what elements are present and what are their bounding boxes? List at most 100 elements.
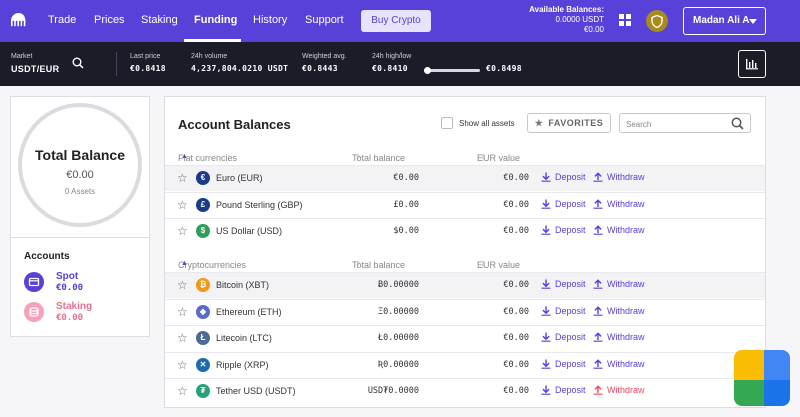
total-balance-cell: USD₮0.0000 bbox=[367, 386, 419, 396]
deposit-button[interactable]: Deposit bbox=[541, 332, 586, 342]
last-price: Last price €0.8418 bbox=[130, 52, 166, 76]
high-low-label: 24h high/low bbox=[372, 53, 412, 60]
favorite-star-icon[interactable]: ☆ bbox=[177, 332, 188, 344]
app-badge-icon[interactable] bbox=[734, 350, 790, 406]
withdraw-button[interactable]: Withdraw bbox=[593, 385, 645, 395]
currency-icon: ₮ bbox=[196, 384, 210, 398]
deposit-button[interactable]: Deposit bbox=[541, 359, 586, 369]
currency-name: Bitcoin (XBT) bbox=[216, 280, 270, 290]
favorite-star-icon[interactable]: ☆ bbox=[177, 385, 188, 397]
ticker-divider bbox=[116, 52, 117, 76]
favorite-star-icon[interactable]: ☆ bbox=[177, 359, 188, 371]
account-staking-value: €0.00 bbox=[56, 313, 84, 323]
search-icon[interactable] bbox=[72, 57, 84, 69]
apps-grid-icon[interactable] bbox=[619, 14, 631, 26]
accounts-heading: Accounts bbox=[24, 251, 70, 262]
security-shield-icon[interactable] bbox=[646, 10, 668, 32]
balance-row: ☆ ₮ Tether USD (USDT) USD₮0.0000 €0.00 Deposi… bbox=[165, 378, 765, 404]
upload-icon bbox=[593, 305, 603, 316]
sort-icon[interactable]: ⇕ bbox=[480, 260, 486, 268]
deposit-button[interactable]: Deposit bbox=[541, 306, 586, 316]
high-value: €0.8498 bbox=[486, 64, 522, 73]
download-icon bbox=[541, 279, 551, 289]
favorite-star-icon[interactable]: ☆ bbox=[177, 225, 188, 237]
spot-wallet-icon bbox=[24, 272, 44, 292]
currency-icon: Ł bbox=[196, 331, 210, 345]
favorite-star-icon[interactable]: ☆ bbox=[177, 199, 188, 211]
ticker-bar: Market USDT/EUR Last price €0.8418 24h v… bbox=[0, 42, 800, 86]
total-balance-assets: 0 Assets bbox=[64, 187, 96, 196]
withdraw-button[interactable]: Withdraw bbox=[593, 279, 645, 289]
currency-name: Ethereum (ETH) bbox=[216, 306, 282, 317]
nav-funding[interactable]: Funding bbox=[184, 0, 241, 42]
nav-trade[interactable]: Trade bbox=[48, 0, 76, 42]
total-balance-cell: £0.00 bbox=[393, 199, 419, 210]
available-balances-label: Available Balances: bbox=[529, 5, 604, 14]
nav-staking[interactable]: Staking bbox=[141, 0, 178, 42]
market-selector[interactable]: Market USDT/EUR bbox=[11, 52, 59, 76]
balance-row: ☆ ◆ Ethereum (ETH) Ξ0.00000 €0.00 Deposit With… bbox=[165, 298, 765, 325]
deposit-button[interactable]: Deposit bbox=[541, 279, 586, 289]
nav-prices[interactable]: Prices bbox=[94, 0, 125, 42]
currency-name: Ripple (XRP) bbox=[216, 359, 269, 370]
deposit-button[interactable]: Deposit bbox=[541, 385, 586, 395]
asset-search-input[interactable] bbox=[626, 115, 726, 134]
sort-icon[interactable]: ⇕ bbox=[355, 153, 361, 161]
eur-value-cell: €0.00 bbox=[503, 280, 529, 290]
withdraw-button[interactable]: Withdraw bbox=[593, 359, 645, 369]
withdraw-button[interactable]: Withdraw bbox=[593, 199, 645, 209]
deposit-button[interactable]: Deposit bbox=[541, 199, 586, 209]
show-all-checkbox[interactable] bbox=[441, 117, 453, 129]
account-staking-name: Staking bbox=[56, 301, 93, 312]
currency-icon: $ bbox=[196, 224, 210, 238]
nav-support[interactable]: Support bbox=[305, 0, 344, 42]
bar-chart-icon bbox=[746, 59, 758, 70]
upload-icon bbox=[593, 358, 603, 369]
search-icon[interactable] bbox=[731, 117, 744, 130]
asset-search[interactable] bbox=[619, 113, 751, 134]
chart-button[interactable] bbox=[738, 50, 766, 78]
account-balances-title: Account Balances bbox=[178, 117, 291, 132]
currency-icon: £ bbox=[196, 197, 210, 212]
user-menu-button[interactable]: Madan Ali A bbox=[683, 7, 766, 35]
balance-row: ☆ Ł Litecoin (LTC) Ł0.00000 €0.00 Deposit With… bbox=[165, 325, 765, 351]
balance-row: ☆ £ Pound Sterling (GBP) £0.00 €0.00 Deposit W… bbox=[165, 191, 765, 218]
favorite-star-icon[interactable]: ☆ bbox=[177, 306, 188, 318]
withdraw-button[interactable]: Withdraw bbox=[593, 172, 645, 182]
favorites-button[interactable]: ★ FAVORITES bbox=[527, 113, 611, 133]
high-low: 24h high/low €0.8410 bbox=[372, 52, 411, 76]
user-name: Madan Ali A bbox=[693, 15, 750, 26]
withdraw-button[interactable]: Withdraw bbox=[593, 225, 645, 235]
show-all-assets-toggle[interactable]: Show all assets bbox=[441, 117, 515, 129]
volume: 24h volume 4,237,804.0210 USDT bbox=[191, 52, 288, 76]
upload-icon bbox=[593, 198, 603, 209]
download-icon bbox=[541, 306, 551, 316]
divider bbox=[11, 237, 149, 238]
kraken-logo-icon[interactable] bbox=[10, 12, 28, 28]
currency-name: US Dollar (USD) bbox=[216, 226, 283, 236]
download-icon bbox=[541, 359, 551, 369]
sort-icon[interactable]: ⇕ bbox=[480, 153, 486, 161]
section-header: Fiat currencies ▲ Total balance ⇕ EUR value ⇕ bbox=[178, 153, 521, 163]
favorite-star-icon[interactable]: ☆ bbox=[177, 172, 188, 184]
total-balance-title: Total Balance bbox=[35, 147, 125, 163]
deposit-button[interactable]: Deposit bbox=[541, 172, 586, 182]
withdraw-button[interactable]: Withdraw bbox=[593, 332, 645, 342]
deposit-button[interactable]: Deposit bbox=[541, 225, 586, 235]
balance-row: ☆ € Euro (EUR) €0.00 €0.00 Deposit Withdraw bbox=[165, 165, 765, 191]
balance-row: ☆ ₿ Bitcoin (XBT) Ƀ0.00000 €0.00 Deposit Withd… bbox=[165, 272, 765, 298]
nav-history[interactable]: History bbox=[253, 0, 287, 42]
section-header: Cryptocurrencies ▲ Total balance ⇕ EUR value… bbox=[178, 260, 521, 270]
volume-value: 4,237,804.0210 USDT bbox=[191, 64, 289, 73]
download-icon bbox=[541, 332, 551, 342]
balance-summary-card: Total Balance €0.00 0 Assets Accounts Sp… bbox=[10, 96, 150, 337]
total-balance-cell: Ƀ0.00000 bbox=[378, 280, 419, 290]
currency-name: Tether USD (USDT) bbox=[216, 386, 296, 396]
buy-crypto-button[interactable]: Buy Crypto bbox=[361, 10, 431, 32]
high: €0.8498 bbox=[486, 52, 522, 76]
sort-icon[interactable]: ⇕ bbox=[355, 260, 361, 268]
favorite-star-icon[interactable]: ☆ bbox=[177, 279, 188, 291]
chevron-down-icon bbox=[749, 19, 757, 24]
withdraw-button[interactable]: Withdraw bbox=[593, 306, 645, 316]
total-balance-amount: €0.00 bbox=[66, 169, 94, 181]
